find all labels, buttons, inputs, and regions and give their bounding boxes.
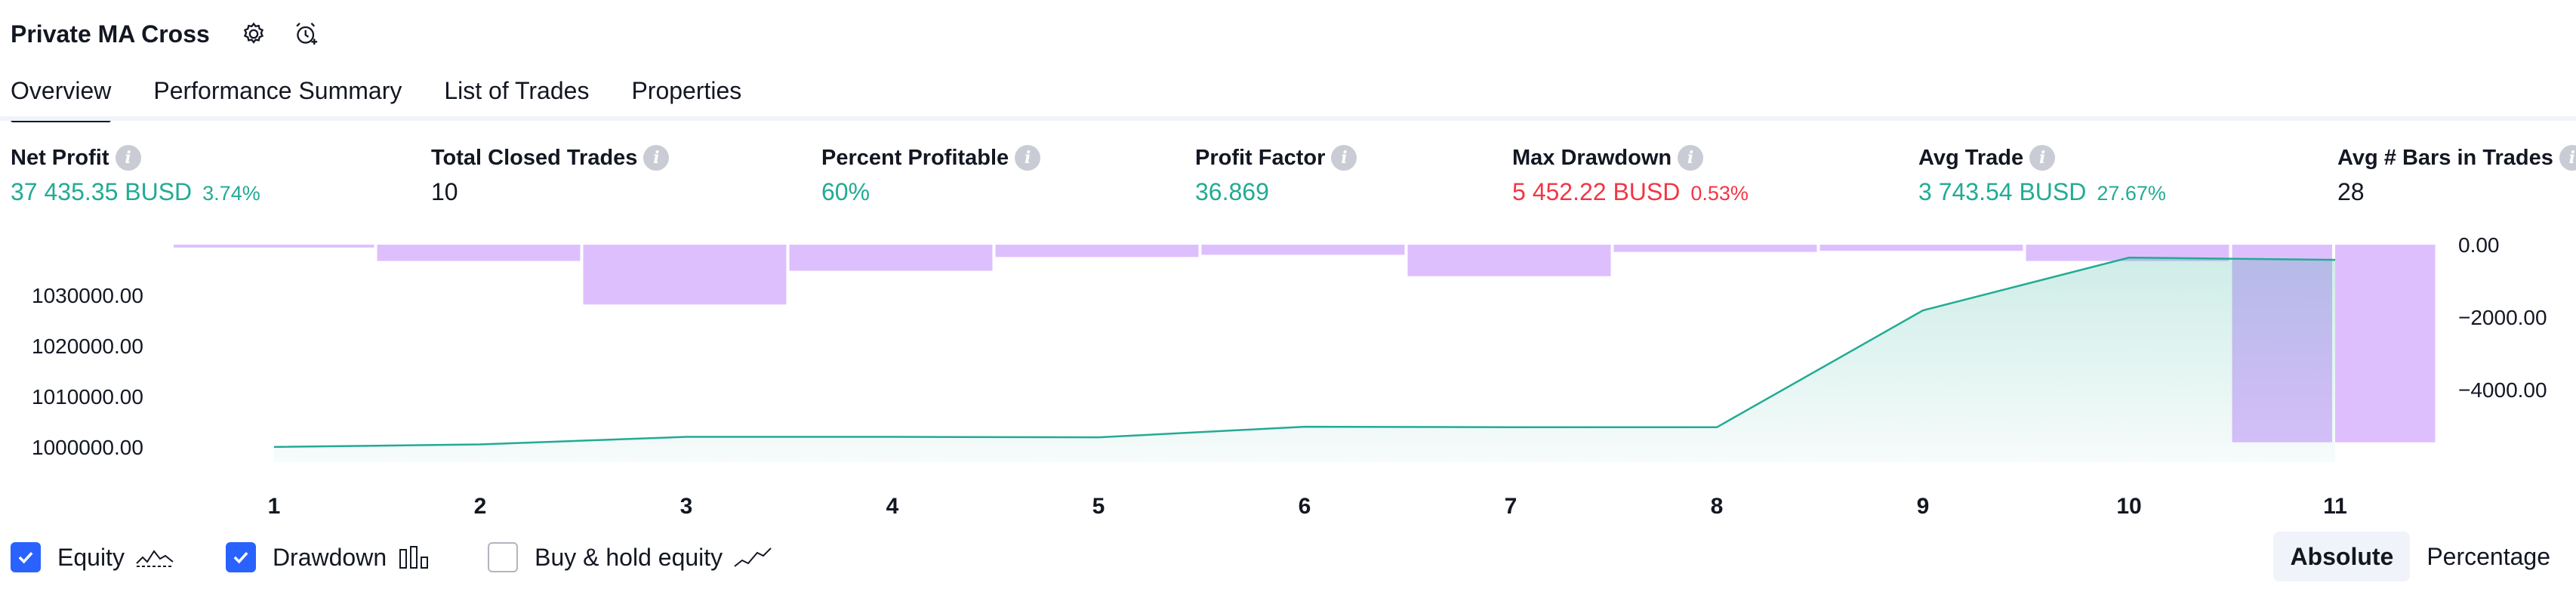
drawdown-bar: [1613, 245, 1817, 252]
x-axis-tick: 11: [2323, 494, 2347, 519]
legend-drawdown[interactable]: Drawdown: [225, 542, 436, 572]
legend-label: Drawdown: [272, 543, 387, 571]
metric-label: Total Closed Trades: [431, 145, 638, 170]
drawdown-bar: [1201, 245, 1405, 255]
legend-equity[interactable]: Equity: [11, 542, 174, 572]
buy-hold-line-icon: [733, 542, 772, 572]
strategy-header: Private MA Cross: [11, 17, 323, 51]
metric-value: 37 435.35 BUSD: [11, 178, 193, 205]
info-icon[interactable]: i: [115, 145, 141, 171]
tab-list-of-trades[interactable]: List of Trades: [444, 76, 589, 122]
metric-percent: 27.67%: [2097, 182, 2166, 205]
equity-checkbox[interactable]: [11, 542, 41, 572]
metric-value: 3 743.54 BUSD: [1918, 178, 2087, 205]
metric-value: 28: [2337, 178, 2365, 205]
x-axis-tick: 2: [474, 494, 487, 519]
x-axis-tick: 7: [1505, 494, 1518, 519]
legend-buy-hold[interactable]: Buy & hold equity: [488, 542, 772, 572]
equity-drawdown-chart[interactable]: 1030000.00 1020000.00 1010000.00 1000000.00…: [0, 227, 2576, 529]
metric-max-drawdown: Max Drawdown i 5 452.22 BUSD 0.53%: [1512, 145, 1749, 206]
metric-avg-trade: Avg Trade i 3 743.54 BUSD 27.67%: [1918, 145, 2166, 206]
legend-label: Buy & hold equity: [535, 543, 723, 571]
metric-total-closed-trades: Total Closed Trades i 10: [431, 145, 670, 206]
metric-value: 10: [431, 178, 458, 205]
right-axis-tick: −4000.00: [2458, 378, 2547, 402]
tab-properties[interactable]: Properties: [631, 76, 741, 122]
chart-legend: Equity Drawdown Buy & hold equity: [11, 536, 824, 578]
tab-performance-summary[interactable]: Performance Summary: [153, 76, 402, 122]
metric-label: Profit Factor: [1195, 145, 1326, 170]
strategy-title: Private MA Cross: [11, 20, 210, 48]
right-axis-tick: −2000.00: [2458, 306, 2547, 329]
info-icon[interactable]: i: [1331, 145, 1357, 171]
metric-avg-bars-in-trades: Avg # Bars in Trades i 28: [2337, 145, 2576, 206]
equity-line-icon: [135, 542, 174, 572]
drawdown-bar: [1407, 245, 1611, 276]
drawdown-checkbox[interactable]: [225, 542, 256, 572]
metric-label: Percent Profitable: [821, 145, 1009, 170]
metric-label: Max Drawdown: [1512, 145, 1672, 170]
metric-percent: 3.74%: [202, 182, 260, 205]
info-icon[interactable]: i: [643, 145, 670, 171]
x-axis-tick: 10: [2116, 494, 2141, 519]
left-axis-tick: 1000000.00: [32, 436, 143, 459]
metric-label: Avg Trade: [1918, 145, 2024, 170]
buy-hold-checkbox[interactable]: [488, 542, 519, 572]
drawdown-bars-icon: [397, 542, 436, 572]
x-axis-tick: 3: [680, 494, 693, 519]
info-icon[interactable]: i: [2559, 145, 2576, 171]
drawdown-bar: [2335, 245, 2436, 443]
left-axis-tick: 1010000.00: [32, 385, 143, 409]
drawdown-bar: [174, 245, 374, 248]
left-axis-tick: 1020000.00: [32, 335, 143, 358]
percentage-button[interactable]: Percentage: [2410, 532, 2567, 581]
gear-icon[interactable]: [237, 17, 270, 51]
info-icon[interactable]: i: [2029, 145, 2056, 171]
drawdown-bar: [377, 245, 581, 261]
metric-label: Net Profit: [11, 145, 109, 170]
x-axis-tick: 1: [268, 494, 281, 519]
drawdown-bar: [1820, 245, 2023, 251]
metric-percent: 0.53%: [1690, 182, 1749, 205]
left-axis-tick: 1030000.00: [32, 284, 143, 307]
metric-net-profit: Net Profit i 37 435.35 BUSD 3.74%: [11, 145, 260, 206]
tabs-divider: [0, 116, 2576, 121]
x-axis-tick: 5: [1092, 494, 1105, 519]
metric-percent-profitable: Percent Profitable i 60%: [821, 145, 1041, 206]
metric-value: 36.869: [1195, 178, 1269, 205]
drawdown-bar: [995, 245, 1199, 257]
x-axis-tick: 6: [1299, 494, 1311, 519]
drawdown-bar: [789, 245, 993, 271]
metric-value: 60%: [821, 178, 870, 205]
metric-profit-factor: Profit Factor i 36.869: [1195, 145, 1357, 206]
info-icon[interactable]: i: [1678, 145, 1704, 171]
drawdown-bar: [583, 245, 787, 305]
metric-label: Avg # Bars in Trades: [2337, 145, 2553, 170]
info-icon[interactable]: i: [1015, 145, 1041, 171]
legend-label: Equity: [57, 543, 125, 571]
x-axis-tick: 8: [1711, 494, 1724, 519]
tab-overview[interactable]: Overview: [11, 76, 112, 122]
metric-value: 5 452.22 BUSD: [1512, 178, 1681, 205]
x-axis-tick: 4: [886, 494, 899, 519]
alarm-clock-add-icon[interactable]: [290, 17, 323, 51]
value-mode-toggle: Absolute Percentage: [2273, 532, 2567, 581]
right-axis-tick: 0.00: [2458, 233, 2500, 257]
chart-svg: 1030000.00 1020000.00 1010000.00 1000000.00…: [32, 233, 2547, 519]
absolute-button[interactable]: Absolute: [2273, 532, 2411, 581]
x-axis-tick: 9: [1917, 494, 1930, 519]
report-tabs: Overview Performance Summary List of Tra…: [11, 76, 784, 122]
